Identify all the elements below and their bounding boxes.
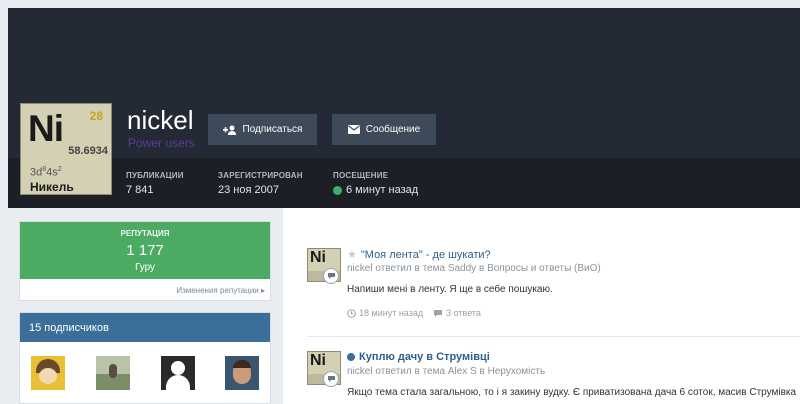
avatar-atomic-mass: 58.6934 [68, 145, 108, 157]
post-stats: 18 минут назад 3 ответа [347, 308, 481, 318]
message-button-label: Сообщение [365, 124, 421, 135]
post-meta-user[interactable]: nickel [347, 263, 373, 274]
post-time: 18 минут назад [347, 308, 423, 318]
post-title-text: Куплю дачу в Струмівці [359, 351, 490, 363]
subscriber-avatar[interactable] [225, 356, 259, 390]
stat-last-visit: ПОСЕЩЕНИЕ 6 минут назад [333, 171, 418, 196]
stat-registered-label: ЗАРЕГИСТРИРОВАН [218, 171, 303, 180]
post-avatar-symbol: Ni [310, 249, 326, 266]
post-replies-text: 3 ответа [446, 308, 481, 318]
add-follow-icon [222, 125, 236, 135]
unread-dot-icon [347, 353, 355, 361]
reputation-rank: Гуру [134, 262, 156, 273]
feed-divider [307, 336, 800, 337]
post-replies[interactable]: 3 ответа [433, 308, 481, 318]
post-time-text: 18 минут назад [359, 308, 424, 318]
post-meta-in: в [478, 263, 485, 274]
profile-user-group[interactable]: Power users [128, 136, 195, 150]
subscribers-card: 15 подписчиков [19, 312, 271, 404]
subscriber-avatar[interactable] [96, 356, 130, 390]
avatar-element-symbol: Ni [28, 108, 64, 149]
post-excerpt: Якщо тема стала загальною, то і я закину… [347, 387, 797, 398]
stat-last-visit-value-row: 6 минут назад [333, 184, 418, 196]
post-title-text: "Моя лента" - де шукати? [360, 248, 491, 261]
post-meta: nickel ответил в тема Alex S в Нерухоміс… [347, 366, 545, 377]
stat-registered-value: 23 ноя 2007 [218, 184, 279, 196]
clock-icon [347, 308, 356, 318]
activity-feed: Ni ★ "Моя лента" - де шукати? nickel отв… [283, 208, 800, 404]
star-icon: ★ [347, 249, 357, 261]
post-avatar-symbol: Ni [310, 352, 326, 369]
stat-last-visit-value: 6 минут назад [346, 184, 419, 196]
comment-icon [323, 268, 339, 284]
profile-username: nickel [127, 105, 194, 135]
post-meta-other-user[interactable]: Saddy [448, 263, 476, 274]
subscriber-avatar[interactable] [161, 356, 195, 390]
follow-button[interactable]: Подписаться [208, 114, 317, 145]
profile-avatar: Ni 28 58.6934 3d84s2 Никель [20, 103, 112, 195]
post-title[interactable]: ★ "Моя лента" - де шукати? [347, 248, 491, 262]
post-meta-other-user[interactable]: Alex S [448, 366, 477, 377]
avatar-atomic-number: 28 [89, 109, 103, 123]
subscribers-title: 15 подписчиков [20, 313, 270, 342]
reputation-value: 1 177 [126, 242, 164, 259]
stat-posts-label: ПУБЛИКАЦИИ [126, 171, 184, 180]
post-meta-user[interactable]: nickel [347, 366, 373, 377]
envelope-icon [347, 125, 360, 134]
comment-icon [323, 371, 339, 387]
post-meta-forum[interactable]: Вопросы и ответы (ВиО) [487, 263, 601, 274]
post-title[interactable]: Куплю дачу в Струмівці [347, 351, 490, 363]
reputation-label: РЕПУТАЦИЯ [120, 229, 170, 238]
reputation-box: РЕПУТАЦИЯ 1 177 Гуру [20, 222, 270, 279]
post-meta: nickel ответил в тема Saddy в Вопросы и … [347, 263, 601, 274]
reputation-changes-link[interactable]: Изменения репутации ▸ [176, 286, 265, 295]
post-meta-forum[interactable]: Нерухомість [488, 366, 546, 377]
stat-posts-value: 7 841 [126, 184, 154, 196]
follow-button-label: Подписаться [242, 124, 303, 135]
post-excerpt: Напиши мені в ленту. Я ще в себе пошукаю… [347, 284, 553, 295]
post-meta-action: ответил в тема [375, 366, 446, 377]
subscribers-list [20, 342, 270, 402]
speech-bubble-icon [434, 309, 443, 317]
post-meta-in: в [479, 366, 485, 377]
avatar-element-name: Никель [30, 180, 74, 194]
avatar-electron-config: 3d84s2 [30, 166, 62, 179]
online-status-icon [333, 185, 342, 195]
stat-registered: ЗАРЕГИСТРИРОВАН 23 ноя 2007 [218, 171, 303, 196]
post-meta-action: ответил в тема [375, 263, 446, 274]
stat-posts: ПУБЛИКАЦИИ 7 841 [126, 171, 184, 196]
message-button[interactable]: Сообщение [332, 114, 436, 145]
subscriber-avatar[interactable] [31, 356, 65, 390]
stat-last-visit-label: ПОСЕЩЕНИЕ [333, 171, 389, 180]
reputation-card: РЕПУТАЦИЯ 1 177 Гуру Изменения репутации… [19, 221, 271, 301]
